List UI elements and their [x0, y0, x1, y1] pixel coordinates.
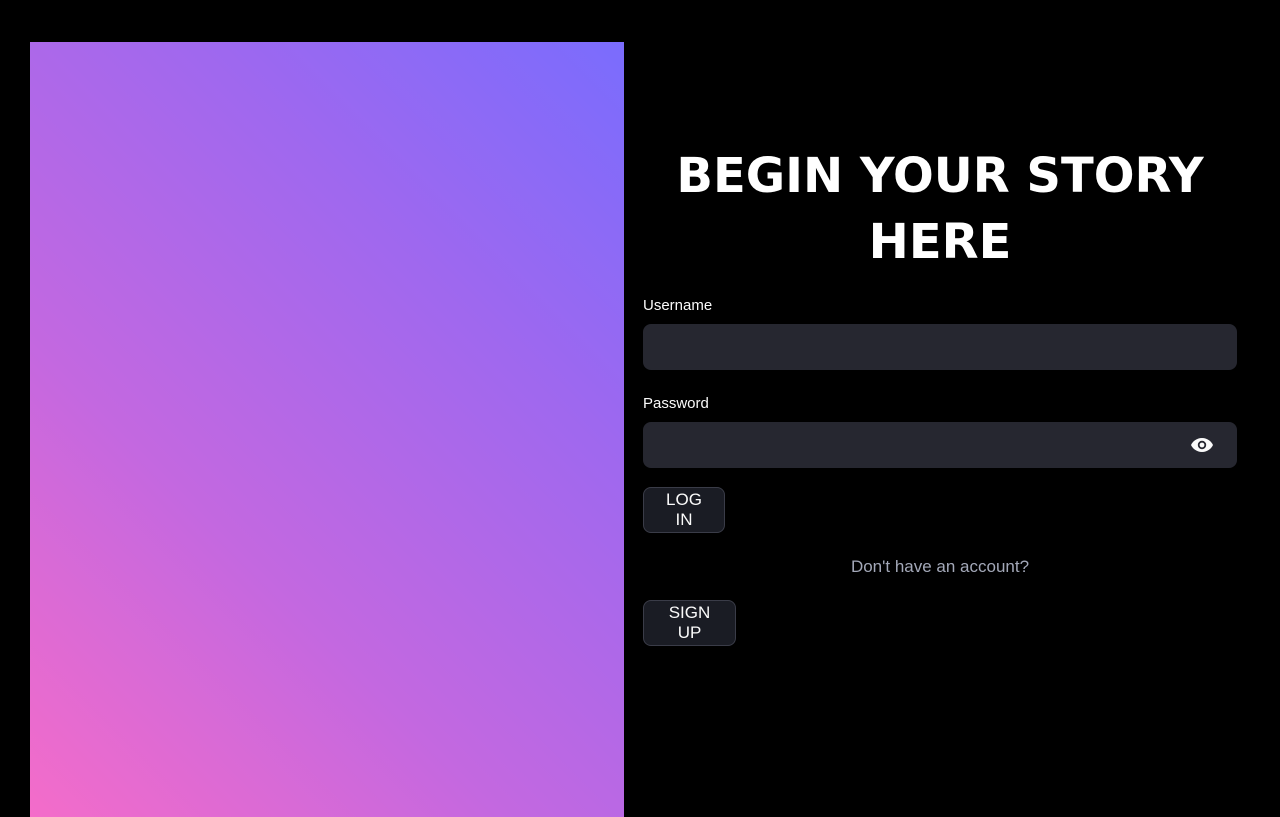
- password-input[interactable]: [643, 422, 1183, 468]
- username-field-container: [643, 324, 1237, 370]
- eye-icon: [1191, 438, 1213, 452]
- login-form: BEGIN YOUR STORY HERE Username Password …: [643, 0, 1237, 817]
- no-account-text: Don't have an account?: [850, 557, 1030, 576]
- password-label: Password: [643, 395, 709, 412]
- login-button[interactable]: LOG IN: [643, 487, 725, 533]
- page-title: BEGIN YOUR STORY HERE: [676, 148, 1204, 270]
- signup-button[interactable]: SIGN UP: [643, 600, 736, 646]
- username-label: Username: [643, 297, 713, 314]
- username-input[interactable]: [643, 324, 1183, 370]
- show-password-button[interactable]: [1187, 434, 1217, 456]
- gradient-hero-panel: [30, 42, 624, 817]
- password-field-container: [643, 422, 1237, 468]
- login-page: BEGIN YOUR STORY HERE Username Password …: [0, 0, 1280, 817]
